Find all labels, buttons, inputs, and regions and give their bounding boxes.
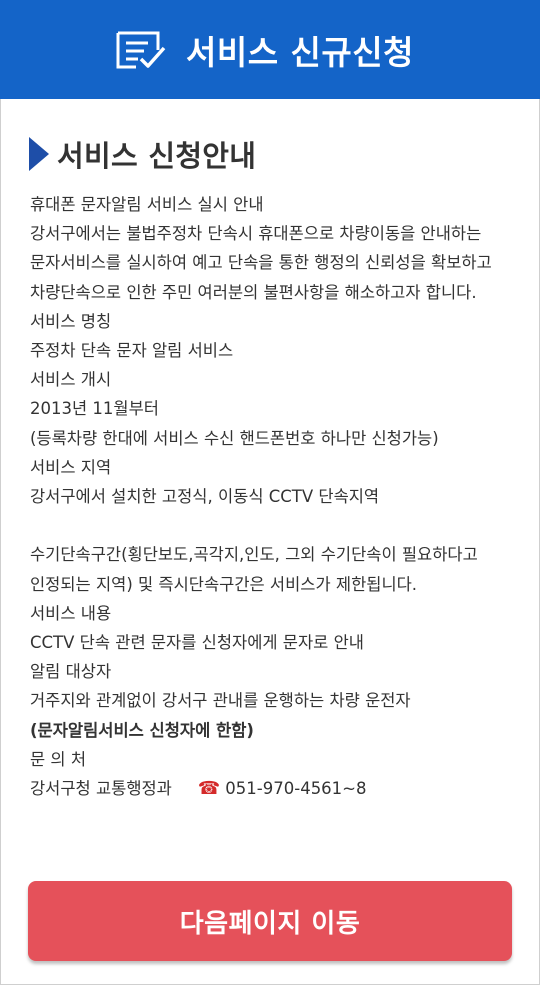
- app-header: 서비스 신규신청: [0, 0, 540, 99]
- service-detail-value: CCTV 단속 관련 문자를 신청자에게 문자로 안내: [30, 633, 364, 653]
- next-page-button[interactable]: 다음페이지 이동: [28, 881, 512, 961]
- service-start-label: 서비스 개시: [30, 370, 112, 390]
- service-info: 휴대폰 문자알림 서비스 실시 안내 강서구에서는 불법주정차 단속시 휴대폰으…: [30, 190, 516, 803]
- service-start-value: 2013년 11월부터: [30, 399, 159, 419]
- header-inner: 서비스 신규신청: [114, 26, 414, 74]
- page-title: 서비스 신규신청: [185, 32, 414, 72]
- service-area-label: 서비스 지역: [30, 457, 112, 477]
- target-note: (문자알림서비스 신청자에 한함): [30, 720, 254, 740]
- intro-title: 휴대폰 문자알림 서비스 실시 안내: [30, 195, 264, 214]
- triangle-arrow-icon: [29, 137, 49, 171]
- target-label: 알림 대상자: [30, 662, 112, 682]
- intro-text: 강서구에서는 불법주정차 단속시 휴대폰으로 차량이동을 안내하는 문자서비스를…: [30, 224, 492, 302]
- service-area-value: 강서구에서 설치한 고정식, 이동식 CCTV 단속지역: [30, 487, 380, 507]
- contact-label: 문 의 처: [30, 749, 87, 769]
- contact-department: 강서구청 교통행정과: [30, 779, 172, 799]
- telephone-icon: ☎: [197, 778, 221, 800]
- service-name-label: 서비스 명칭: [30, 311, 112, 331]
- service-start-note: (등록차량 한대에 서비스 수신 핸드폰번호 하나만 신청가능): [30, 428, 439, 448]
- contact-phone: 051-970-4561~8: [225, 779, 367, 799]
- service-detail-label: 서비스 내용: [30, 603, 112, 623]
- section-header: 서비스 신청안내: [29, 133, 256, 175]
- service-name-value: 주정차 단속 문자 알림 서비스: [30, 341, 234, 361]
- contact-line: 강서구청 교통행정과 ☎ 051-970-4561~8: [30, 774, 516, 803]
- form-check-icon: [116, 31, 166, 68]
- service-area-note: 수기단속구간(횡단보도,곡각지,인도, 그외 수기단속이 필요하다고 인정되는 …: [30, 545, 478, 594]
- section-title: 서비스 신청안내: [57, 139, 257, 173]
- target-value: 거주지와 관계없이 강서구 관내를 운행하는 차량 운전자: [30, 691, 411, 711]
